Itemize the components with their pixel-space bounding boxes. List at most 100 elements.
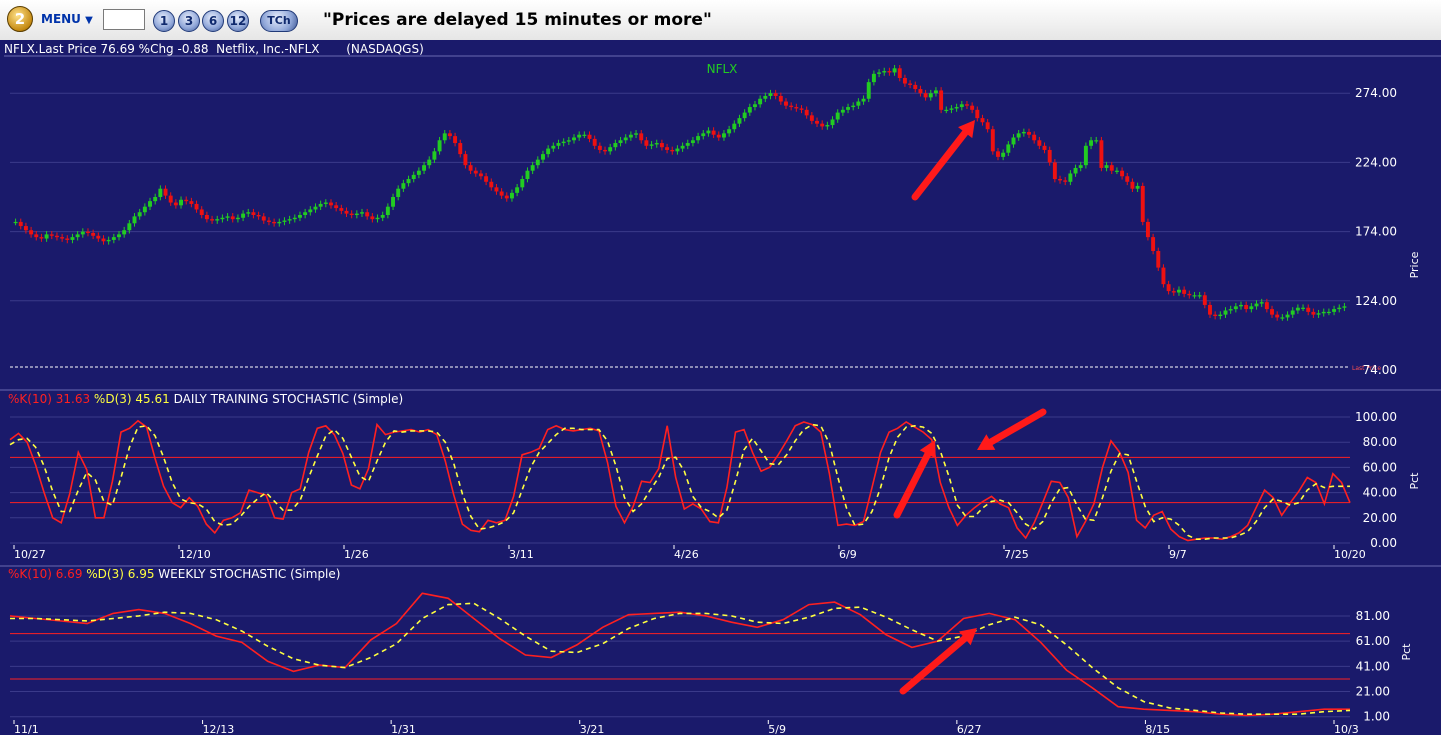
candle-body — [308, 209, 313, 213]
stoch-tick-label: 100.00 — [1355, 410, 1397, 424]
candle-body — [1083, 145, 1088, 166]
candle-body — [148, 201, 152, 207]
candle-body — [1047, 149, 1052, 163]
candle-body — [659, 143, 664, 148]
price-tick-label: 74.00 — [1363, 363, 1397, 377]
candle-body — [939, 90, 944, 110]
candle-body — [825, 125, 830, 127]
candle-body — [778, 95, 783, 102]
logo-icon[interactable]: 2 — [7, 6, 33, 32]
candle-body — [789, 105, 794, 108]
candle-body — [96, 235, 101, 239]
stoch-tick-label: 41.00 — [1356, 659, 1390, 673]
candle-body — [1208, 304, 1212, 315]
candle-body — [809, 115, 814, 121]
tch-button[interactable]: TCh — [260, 10, 298, 32]
daily-d-value: 45.61 — [135, 392, 169, 406]
candle-body — [49, 234, 54, 236]
candle-body — [1306, 307, 1311, 312]
candle-body — [1326, 311, 1331, 314]
candle-body — [753, 104, 757, 108]
candle-body — [1311, 311, 1316, 315]
candle-body — [1295, 307, 1300, 311]
candle-body — [742, 112, 747, 119]
candle-body — [432, 151, 437, 160]
stoch-tick-label: 0.00 — [1370, 536, 1397, 550]
candle-body — [101, 238, 106, 242]
daily-k-value: 31.63 — [56, 392, 90, 406]
menu-label: MENU — [41, 12, 81, 26]
weekly-x-labels: 11/1 12/13 1/31 3/21 5/9 6/27 8/15 10/3 — [13, 720, 1359, 735]
candle-body — [1233, 306, 1238, 310]
candle-body — [1223, 310, 1228, 315]
candle-body — [897, 68, 902, 78]
daily-stochastic-panel: %K(10) 31.63 %D(3) 45.61 DAILY TRAINING … — [0, 389, 1441, 561]
candle-body — [329, 202, 333, 206]
candle-body — [1099, 140, 1104, 168]
stoch-tick-label: 21.00 — [1356, 685, 1390, 699]
chart-svg[interactable]: NFLX Last Price Price 274.00224.00174.00… — [0, 40, 1441, 735]
candle-body — [80, 231, 85, 235]
candle-body — [784, 101, 788, 106]
candle-body — [1254, 303, 1259, 307]
candle-body — [701, 133, 706, 137]
arrow-shaft — [899, 634, 969, 695]
weekly-axis-label: Pct — [1400, 643, 1413, 661]
candle-body — [13, 221, 18, 224]
weekly-ticks: 81.00 61.00 41.00 21.00 1.00 — [1356, 609, 1390, 724]
candle-body — [298, 215, 302, 218]
weekly-k-value: 6.69 — [56, 567, 83, 581]
candle-body — [117, 234, 121, 238]
candle-body — [65, 238, 70, 240]
symbol-input[interactable] — [103, 9, 145, 30]
period-1-button[interactable]: 1 — [153, 10, 175, 32]
candle-body — [34, 234, 39, 238]
x-tick-label: 11/1 — [14, 723, 39, 735]
period-6-button[interactable]: 6 — [202, 10, 224, 32]
candle-body — [153, 197, 158, 202]
candle-body — [830, 119, 835, 126]
x-tick-label: 6/27 — [957, 723, 982, 735]
candle-body — [468, 165, 473, 171]
candle-body — [608, 147, 613, 152]
candle-body — [427, 159, 432, 166]
candle-body — [1078, 165, 1083, 168]
candle-body — [437, 140, 442, 152]
candle-body — [1140, 185, 1145, 222]
candle-body — [1275, 314, 1280, 318]
candle-body — [251, 212, 256, 215]
candle-body — [344, 210, 349, 214]
candle-body — [504, 195, 509, 199]
candle-body — [44, 234, 49, 239]
stoch-tick-label: 61.00 — [1356, 634, 1390, 648]
candle-body — [1285, 314, 1290, 318]
daily-legend: %K(10) 31.63 %D(3) 45.61 DAILY TRAINING … — [8, 392, 403, 406]
stoch-tick-label: 40.00 — [1363, 486, 1397, 500]
x-tick-label: 6/9 — [839, 548, 857, 561]
candle-body — [546, 148, 551, 155]
candle-body — [189, 201, 194, 204]
candle-body — [463, 154, 468, 166]
candle-body — [194, 203, 199, 210]
candle-body — [1332, 309, 1337, 312]
candle-body — [665, 147, 670, 150]
candle-body — [737, 118, 742, 124]
candle-body — [1202, 295, 1207, 305]
price-tick-label: 174.00 — [1355, 225, 1397, 239]
candle-body — [1125, 176, 1130, 182]
candle-body — [199, 209, 204, 215]
d-line — [10, 602, 1351, 716]
candle-body — [489, 181, 494, 188]
candle-body — [391, 197, 395, 207]
candle-body — [163, 188, 168, 196]
candle-body — [551, 145, 556, 149]
candle-body — [1264, 302, 1269, 310]
candle-body — [287, 219, 292, 221]
period-12-button[interactable]: 12 — [227, 10, 249, 32]
menu-button[interactable]: MENU ▼ — [41, 12, 93, 26]
candle-body — [137, 212, 142, 217]
candle-body — [313, 206, 318, 210]
candle-body — [1239, 304, 1243, 307]
candle-body — [1244, 304, 1249, 310]
period-3-button[interactable]: 3 — [178, 10, 200, 32]
